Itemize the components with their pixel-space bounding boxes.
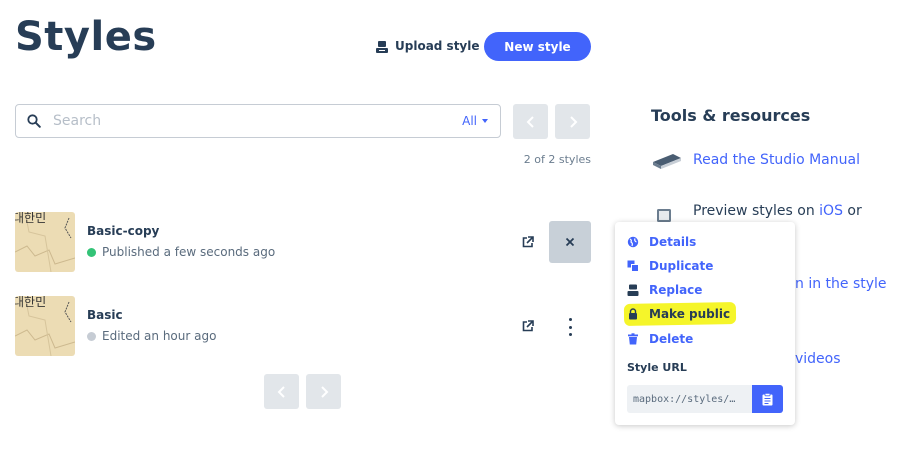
next-page-button[interactable] bbox=[555, 104, 590, 139]
chevron-right-icon bbox=[320, 385, 328, 398]
menu-item-duplicate[interactable]: Duplicate bbox=[627, 259, 713, 273]
search-input[interactable] bbox=[51, 112, 435, 130]
style-name[interactable]: Basic-copy bbox=[87, 224, 159, 238]
style-actions-menu: Details Duplicate Replace Make public De… bbox=[615, 222, 795, 425]
videos-link[interactable]: videos bbox=[795, 351, 841, 367]
style-status-text: Published a few seconds ago bbox=[102, 245, 276, 259]
resource-link-partial[interactable]: n in the style bbox=[795, 276, 887, 292]
clipboard-icon bbox=[762, 392, 773, 405]
device-icon bbox=[657, 209, 671, 222]
duplicate-icon bbox=[627, 260, 639, 272]
copy-url-button[interactable] bbox=[752, 385, 783, 413]
menu-item-label: Details bbox=[649, 235, 697, 249]
style-thumbnail[interactable]: 대한민 bbox=[15, 296, 75, 356]
page-title: Styles bbox=[15, 14, 157, 60]
new-style-button[interactable]: New style bbox=[484, 32, 591, 61]
thumbnail-label: 대한민 bbox=[15, 296, 46, 309]
style-thumbnail[interactable]: 대한민 bbox=[15, 212, 75, 272]
filter-dropdown[interactable]: All bbox=[462, 114, 488, 128]
close-icon bbox=[565, 237, 575, 247]
close-menu-button[interactable] bbox=[549, 221, 591, 263]
style-url-label: Style URL bbox=[627, 361, 687, 374]
next-page-button-bottom[interactable] bbox=[306, 374, 341, 409]
upload-icon bbox=[376, 40, 388, 53]
style-url-field[interactable]: mapbox://styles/… bbox=[627, 385, 752, 413]
book-icon bbox=[653, 154, 681, 169]
menu-item-delete[interactable]: Delete bbox=[627, 332, 693, 346]
search-icon bbox=[27, 114, 41, 128]
external-link-icon[interactable] bbox=[522, 320, 534, 332]
more-options-icon[interactable] bbox=[564, 318, 576, 336]
style-name[interactable]: Basic bbox=[87, 308, 123, 322]
lock-icon bbox=[629, 308, 637, 320]
preview-styles-text: Preview styles on iOS or bbox=[693, 203, 862, 219]
ios-link[interactable]: iOS bbox=[819, 203, 843, 219]
menu-item-details[interactable]: Details bbox=[627, 235, 696, 249]
menu-item-label: Delete bbox=[649, 332, 694, 346]
upload-style-button[interactable]: Upload style bbox=[376, 36, 480, 56]
caret-down-icon bbox=[482, 119, 488, 123]
thumbnail-label: 대한민 bbox=[15, 212, 46, 225]
search-box: All bbox=[15, 104, 501, 138]
style-status: Edited an hour ago bbox=[87, 329, 216, 343]
chevron-left-icon bbox=[526, 115, 534, 128]
menu-item-replace[interactable]: Replace bbox=[627, 283, 702, 297]
upload-style-label: Upload style bbox=[395, 39, 480, 53]
status-dot bbox=[87, 247, 96, 257]
menu-item-label: Make public bbox=[649, 307, 731, 321]
status-dot bbox=[87, 331, 96, 341]
trash-icon bbox=[628, 333, 638, 345]
tools-title: Tools & resources bbox=[651, 106, 811, 125]
upload-icon bbox=[627, 284, 639, 296]
prev-page-button-bottom[interactable] bbox=[264, 374, 299, 409]
chevron-right-icon bbox=[569, 115, 577, 128]
globe-icon bbox=[627, 236, 639, 248]
menu-item-make-public[interactable]: Make public bbox=[627, 307, 730, 321]
style-status-text: Edited an hour ago bbox=[102, 329, 217, 343]
prev-page-button[interactable] bbox=[513, 104, 548, 139]
filter-label: All bbox=[462, 114, 477, 128]
style-count: 2 of 2 styles bbox=[523, 153, 591, 166]
studio-manual-link[interactable]: Read the Studio Manual bbox=[693, 152, 860, 168]
external-link-icon[interactable] bbox=[522, 236, 534, 248]
preview-pre-text: Preview styles on bbox=[693, 203, 820, 219]
style-status: Published a few seconds ago bbox=[87, 245, 275, 259]
menu-item-label: Replace bbox=[649, 283, 703, 297]
chevron-left-icon bbox=[277, 385, 285, 398]
menu-item-label: Duplicate bbox=[649, 259, 714, 273]
preview-post-text: or bbox=[842, 203, 862, 219]
